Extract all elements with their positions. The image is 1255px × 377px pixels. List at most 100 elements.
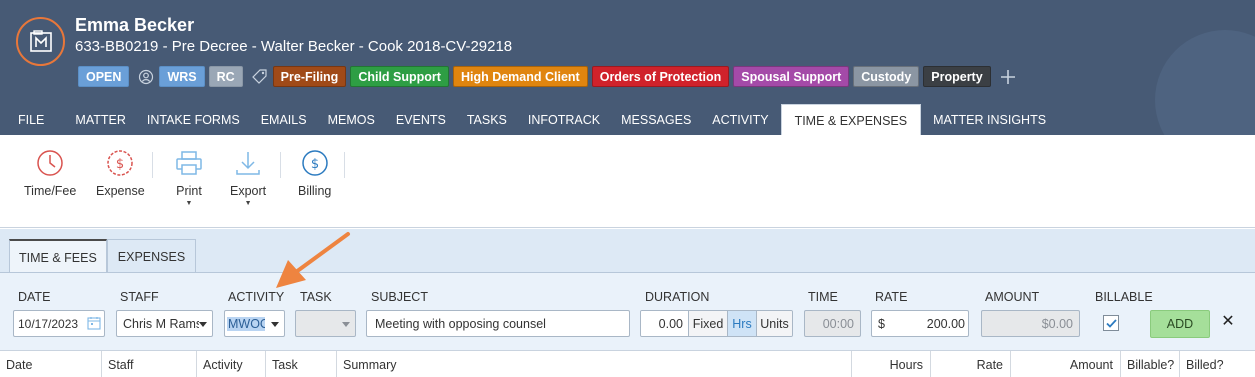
download-icon	[233, 148, 263, 178]
tab-emails[interactable]: EMAILS	[252, 104, 316, 135]
duration-label: DURATION	[645, 290, 710, 304]
column-header-amount[interactable]: Amount	[1010, 351, 1120, 377]
tab-matter[interactable]: MATTER	[66, 104, 134, 135]
task-chevron-down-icon	[342, 322, 350, 327]
amount-value: $0.00	[1041, 316, 1073, 331]
ribbon-separator	[152, 152, 153, 178]
clock-icon	[35, 148, 65, 178]
tab-time-expenses[interactable]: TIME & EXPENSES	[780, 104, 922, 135]
billable-checkbox[interactable]	[1103, 315, 1119, 331]
duration-mode-fixed[interactable]: Fixed	[688, 311, 727, 336]
staff-chevron-down-icon	[199, 322, 207, 327]
subject-label: SUBJECT	[371, 290, 428, 304]
subject-value: Meeting with opposing counsel	[375, 316, 546, 331]
tag-high-demand-client[interactable]: High Demand Client	[452, 66, 588, 87]
expense-button[interactable]: $ Expense	[96, 148, 145, 198]
amount-label: AMOUNT	[985, 290, 1040, 304]
print-dropdown-caret-icon: ▼	[185, 200, 193, 207]
status-badge-wrs[interactable]: WRS	[159, 66, 205, 87]
expense-label: Expense	[96, 184, 145, 198]
time-fee-label: Time/Fee	[24, 184, 77, 198]
matter-logo[interactable]	[16, 17, 65, 66]
export-label: Export	[230, 184, 267, 198]
rate-currency: $	[878, 316, 885, 331]
date-value: 10/17/2023	[18, 316, 79, 331]
tab-memos[interactable]: MEMOS	[319, 104, 384, 135]
activity-chevron-down-icon	[271, 322, 279, 327]
matter-tabs: FILE MATTER INTAKE FORMS EMAILS MEMOS EV…	[0, 104, 1058, 135]
column-header-billable[interactable]: Billable?	[1120, 351, 1179, 377]
client-name: Emma Becker	[75, 15, 195, 35]
amount-input: $0.00	[981, 310, 1080, 337]
export-dropdown-caret-icon: ▼	[244, 200, 252, 207]
duration-input[interactable]: 0.00	[641, 311, 688, 336]
column-header-rate[interactable]: Rate	[930, 351, 1010, 377]
tag-icon[interactable]	[251, 68, 269, 86]
tab-infotrack[interactable]: INFOTRACK	[519, 104, 609, 135]
matter-folder-icon	[29, 29, 52, 52]
subtab-time-fees[interactable]: TIME & FEES	[9, 239, 107, 272]
calendar-icon[interactable]	[87, 316, 101, 333]
activity-value: MWOC	[227, 316, 265, 331]
tab-file[interactable]: FILE	[0, 104, 63, 135]
time-entry-panel: TIME & FEES EXPENSES DATE STAFF ACTIVITY…	[0, 229, 1255, 350]
status-badge-rc[interactable]: RC	[208, 66, 243, 87]
activity-select[interactable]: MWOC	[224, 310, 285, 337]
status-badge-open[interactable]: OPEN	[78, 66, 130, 87]
tag-child-support[interactable]: Child Support	[350, 66, 449, 87]
print-button[interactable]: Print ▼	[174, 148, 204, 208]
svg-text:$: $	[311, 157, 319, 172]
time-input[interactable]: 00:00	[804, 310, 861, 337]
staff-select[interactable]: Chris M Rams	[116, 310, 213, 337]
ribbon-toolbar: Time/Fee $ Expense Print ▼ Export ▼ $ Bi…	[0, 135, 1255, 228]
print-label: Print	[176, 184, 202, 198]
billing-label: Billing	[298, 184, 332, 198]
staff-label: STAFF	[120, 290, 159, 304]
tag-property[interactable]: Property	[923, 66, 991, 87]
export-button[interactable]: Export ▼	[230, 148, 266, 208]
task-select[interactable]	[295, 310, 356, 337]
column-header-staff[interactable]: Staff	[101, 351, 196, 377]
tag-orders-of-protection[interactable]: Orders of Protection	[591, 66, 730, 87]
ribbon-separator	[280, 152, 281, 178]
column-header-summary[interactable]: Summary	[336, 351, 851, 377]
tag-custody[interactable]: Custody	[853, 66, 920, 87]
add-tag-icon[interactable]	[999, 68, 1017, 86]
tab-events[interactable]: EVENTS	[387, 104, 455, 135]
billing-button[interactable]: $ Billing	[298, 148, 331, 198]
duration-mode-units[interactable]: Units	[756, 311, 792, 336]
add-button[interactable]: ADD	[1150, 310, 1210, 338]
svg-text:$: $	[116, 157, 124, 172]
contact-icon[interactable]	[137, 68, 155, 86]
rate-input[interactable]: $ 200.00	[871, 310, 969, 337]
staff-value: Chris M Rams	[123, 316, 199, 331]
time-entries-grid-header: Date Staff Activity Task Summary Hours R…	[0, 350, 1255, 377]
printer-icon	[174, 148, 204, 178]
tag-bar: OPEN WRS RC Pre-Filing Child Support Hig…	[78, 65, 1021, 88]
tab-activity[interactable]: ACTIVITY	[703, 104, 777, 135]
column-header-task[interactable]: Task	[265, 351, 336, 377]
duration-mode-hrs[interactable]: Hrs	[727, 311, 756, 336]
tab-messages[interactable]: MESSAGES	[612, 104, 700, 135]
checkmark-icon	[1105, 318, 1117, 328]
billing-icon: $	[300, 148, 330, 178]
column-header-activity[interactable]: Activity	[196, 351, 265, 377]
column-header-date[interactable]: Date	[0, 351, 101, 377]
time-label: TIME	[808, 290, 838, 304]
tag-spousal-support[interactable]: Spousal Support	[733, 66, 850, 87]
subtab-expenses[interactable]: EXPENSES	[106, 239, 197, 272]
tab-matter-insights[interactable]: MATTER INSIGHTS	[924, 104, 1055, 135]
expense-icon: $	[105, 148, 135, 178]
tab-tasks[interactable]: TASKS	[458, 104, 516, 135]
duration-control: 0.00 Fixed Hrs Units	[640, 310, 793, 337]
tab-intake-forms[interactable]: INTAKE FORMS	[138, 104, 249, 135]
column-header-billed[interactable]: Billed?	[1179, 351, 1255, 377]
close-icon[interactable]: ✕	[1221, 312, 1235, 332]
time-fee-button[interactable]: Time/Fee	[24, 148, 76, 198]
column-header-hours[interactable]: Hours	[851, 351, 930, 377]
subject-input[interactable]: Meeting with opposing counsel	[366, 310, 630, 337]
time-expense-subtabs: TIME & FEES EXPENSES	[9, 239, 197, 272]
date-field[interactable]: 10/17/2023	[13, 310, 105, 337]
tag-pre-filing[interactable]: Pre-Filing	[272, 66, 347, 87]
annotation-arrow-icon	[276, 232, 350, 288]
